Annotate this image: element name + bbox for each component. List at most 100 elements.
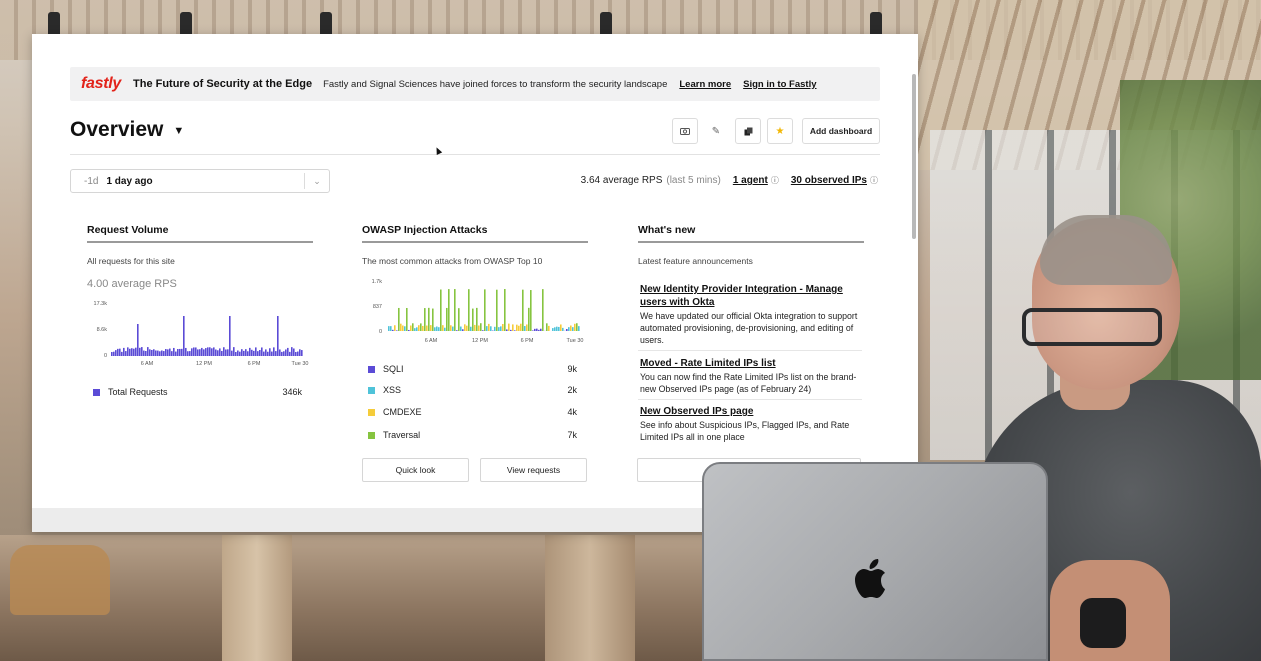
attack-bar <box>422 325 424 331</box>
news-item-title[interactable]: New Observed IPs page <box>640 405 864 418</box>
volume-bar <box>195 347 197 356</box>
volume-bar <box>171 351 173 356</box>
star-icon[interactable]: ★ <box>767 118 793 144</box>
volume-bar <box>137 324 139 356</box>
attack-bar <box>390 326 392 331</box>
volume-bar <box>159 351 161 356</box>
legend-item-xss[interactable]: XSS <box>368 385 401 395</box>
volume-bar <box>181 348 183 356</box>
attack-bar <box>406 307 408 331</box>
page-title[interactable]: Overview ▼ <box>70 118 184 142</box>
sign-in-link[interactable]: Sign in to Fastly <box>743 79 816 90</box>
observed-ips-link[interactable]: 30 observed IPs <box>791 175 867 186</box>
attack-bar <box>504 289 506 331</box>
volume-bar <box>233 347 235 356</box>
legend-value: 346k <box>282 387 302 397</box>
volume-bar <box>179 348 181 356</box>
attack-bar <box>486 326 488 331</box>
attack-bar <box>534 328 536 331</box>
attack-bar <box>538 329 540 331</box>
news-item-title[interactable]: Moved - Rate Limited IPs list <box>640 357 864 370</box>
attack-bar <box>470 326 472 331</box>
info-icon[interactable]: ⓘ <box>771 175 779 186</box>
attack-bar <box>496 289 498 331</box>
legend-item-total-requests[interactable]: Total Requests <box>93 387 168 397</box>
volume-bar <box>151 349 153 356</box>
volume-bar <box>155 350 157 356</box>
y-tick-label: 8.6k <box>97 327 108 333</box>
wristwatch <box>1080 598 1126 648</box>
attack-bar <box>468 289 470 331</box>
volume-bar <box>153 349 155 356</box>
agents-link[interactable]: 1 agent <box>733 175 768 186</box>
attack-bar <box>472 308 474 331</box>
legend-value: 7k <box>567 430 577 440</box>
attack-bar <box>436 326 438 331</box>
copy-icon[interactable] <box>735 118 761 144</box>
view-requests-button[interactable]: View requests <box>480 458 587 482</box>
fastly-logo: fastly <box>81 75 121 92</box>
attack-bar <box>404 326 406 331</box>
attack-bar <box>518 325 520 331</box>
legend-item-sqli[interactable]: SQLI <box>368 364 404 374</box>
x-tick-label: Tue 30 <box>292 361 309 367</box>
attack-bar <box>556 326 558 331</box>
news-item-title[interactable]: New Identity Provider Integration - Mana… <box>640 283 864 309</box>
volume-bar <box>267 351 269 356</box>
chevron-down-icon[interactable]: ▼ <box>173 125 184 137</box>
volume-bar <box>145 350 147 356</box>
news-item-body: We have updated our official Okta integr… <box>640 311 858 345</box>
volume-bar <box>249 347 251 356</box>
volume-bar <box>257 351 259 356</box>
pencil-icon[interactable]: ✎ <box>703 118 729 144</box>
attack-bar <box>430 325 432 331</box>
volume-bar <box>291 347 293 356</box>
attack-bar <box>558 326 560 331</box>
attack-bar <box>490 326 492 331</box>
volume-bar <box>239 351 241 356</box>
legend-item-cmdexe[interactable]: CMDEXE <box>368 407 422 417</box>
legend-item-traversal[interactable]: Traversal <box>368 430 420 440</box>
x-tick-label: 6 AM <box>141 361 154 367</box>
attack-bar <box>546 323 548 331</box>
learn-more-link[interactable]: Learn more <box>679 79 731 90</box>
attack-bar <box>482 330 484 331</box>
divider <box>638 399 862 400</box>
average-rps: 3.64 average RPS <box>580 175 663 186</box>
quick-look-button[interactable]: Quick look <box>362 458 469 482</box>
volume-bar <box>265 349 267 356</box>
legend-swatch <box>368 386 375 394</box>
volume-bar <box>113 351 115 356</box>
glasses <box>1022 308 1162 346</box>
attack-bar <box>412 323 414 331</box>
scrollbar[interactable] <box>912 74 916 239</box>
attack-bar <box>432 308 434 331</box>
volume-bar <box>167 349 169 356</box>
attack-bar <box>424 308 426 331</box>
attack-bar <box>454 289 456 331</box>
attack-bar <box>480 323 482 331</box>
legend-swatch <box>368 365 375 373</box>
volume-bar <box>275 351 277 356</box>
camera-icon[interactable] <box>672 118 698 144</box>
volume-bar <box>189 351 191 356</box>
chevron-down-icon[interactable]: ⌄ <box>304 173 329 189</box>
info-icon[interactable]: ⓘ <box>870 175 878 186</box>
volume-bar <box>193 347 195 356</box>
volume-bar <box>293 348 295 356</box>
volume-bar <box>201 347 203 356</box>
volume-bar <box>289 351 291 356</box>
volume-bar <box>119 348 121 356</box>
attack-bar <box>506 329 508 331</box>
attack-bar <box>574 323 576 331</box>
legend-value: 2k <box>567 385 577 395</box>
legend-swatch <box>368 408 375 416</box>
add-dashboard-button[interactable]: Add dashboard <box>802 118 880 144</box>
attack-bar <box>560 324 562 331</box>
attack-bar <box>458 308 460 331</box>
attack-bar <box>512 324 514 331</box>
time-range-select[interactable]: -1d 1 day ago ⌄ <box>70 169 330 193</box>
volume-bar <box>225 349 227 356</box>
attack-bar <box>392 329 394 331</box>
chair <box>10 545 110 615</box>
